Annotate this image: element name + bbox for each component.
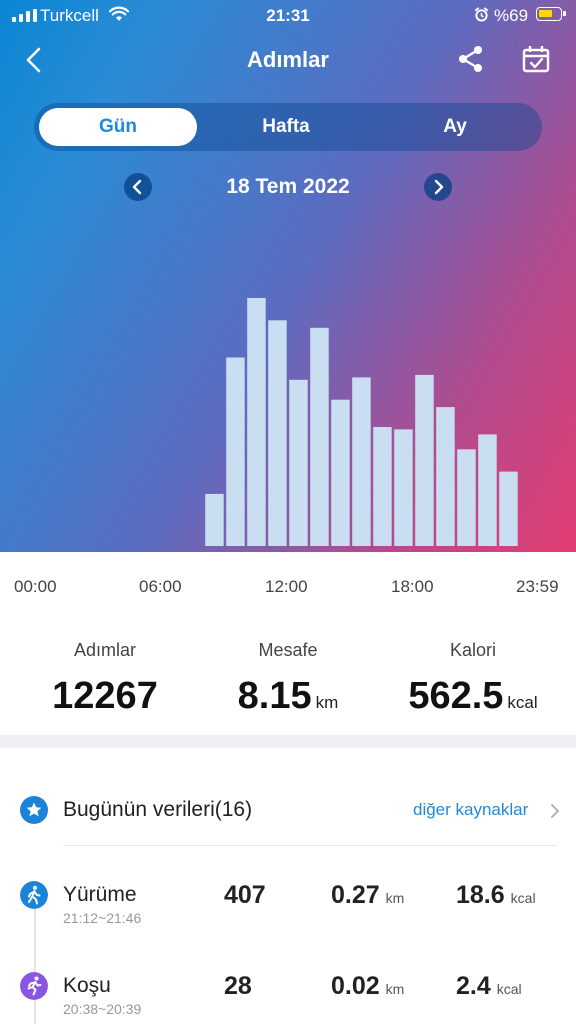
distance-value: 8.15 (237, 675, 312, 717)
chart-bar[interactable] (352, 377, 371, 546)
activity-steps: 28 (224, 972, 252, 1000)
list-divider (63, 845, 557, 846)
x-tick-label: 18:00 (391, 577, 434, 596)
daily-summary: Adımlar 12267 Mesafe 8.15 km Kalori 562.5… (0, 640, 576, 735)
chart-bar[interactable] (457, 449, 476, 546)
running-icon (20, 972, 48, 1000)
chart-bar[interactable] (289, 379, 308, 546)
steps-value: 12267 (52, 675, 158, 717)
distance-label: Mesafe (258, 640, 318, 660)
chart-bar[interactable] (310, 327, 329, 546)
activity-time-range: 20:38~20:39 (63, 1001, 142, 1017)
chart-bar[interactable] (499, 471, 518, 546)
steps-bar-chart (205, 298, 518, 547)
calories-label: Kalori (449, 640, 497, 660)
chart-bar[interactable] (205, 493, 224, 546)
distance-unit: km (315, 693, 339, 712)
walking-icon (20, 881, 48, 909)
chart-bar[interactable] (226, 357, 245, 547)
activity-calories-unit: kcal (510, 890, 536, 906)
summary-distance: Mesafe 8.15 km (184, 640, 392, 718)
chart-x-axis: 00:00 06:00 12:00 18:00 23:59 (0, 577, 576, 599)
chevron-right-icon[interactable] (550, 803, 560, 819)
activity-distance-unit: km (385, 981, 405, 997)
activity-calories: 18.6 (456, 881, 505, 909)
chart-bar[interactable] (415, 374, 434, 546)
x-tick-label: 23:59 (516, 577, 559, 596)
chart-bar[interactable] (373, 427, 392, 546)
activity-time-range: 21:12~21:46 (63, 910, 142, 926)
x-tick-label: 06:00 (139, 577, 182, 596)
summary-calories: Kalori 562.5 kcal (370, 640, 576, 718)
x-tick-label: 12:00 (265, 577, 308, 596)
activity-calories: 2.4 (456, 972, 491, 1000)
steps-label: Adımlar (73, 640, 136, 660)
activity-row[interactable]: Koşu 20:38~20:39 28 0.02 km 2.4 kcal (0, 972, 576, 1024)
other-sources-link[interactable]: diğer kaynaklar (413, 800, 528, 820)
summary-steps: Adımlar 12267 (0, 640, 210, 718)
chart-bar[interactable] (247, 298, 266, 546)
activity-distance: 0.27 (331, 881, 380, 909)
x-tick-label: 00:00 (14, 577, 57, 596)
chart-bar[interactable] (331, 399, 350, 546)
activity-row[interactable]: Yürüme 21:12~21:46 407 0.27 km 18.6 kcal (0, 881, 576, 941)
section-divider (0, 735, 576, 748)
today-data-header: Bugünün verileri(16) diğer kaynaklar (0, 790, 576, 830)
chart-bar[interactable] (394, 429, 413, 546)
star-icon (20, 796, 48, 824)
calories-unit: kcal (507, 693, 538, 712)
activity-calories-unit: kcal (496, 981, 522, 997)
today-title: Bugünün verileri(16) (63, 798, 253, 821)
calories-value: 562.5 (408, 675, 504, 717)
activity-name: Koşu (63, 974, 111, 997)
activity-name: Yürüme (63, 883, 137, 906)
activity-distance: 0.02 (331, 972, 380, 1000)
chart-bar[interactable] (268, 320, 287, 546)
chart-bar[interactable] (478, 434, 497, 546)
activity-steps: 407 (224, 881, 266, 909)
activity-distance-unit: km (385, 890, 405, 906)
chart-bar[interactable] (436, 407, 455, 546)
